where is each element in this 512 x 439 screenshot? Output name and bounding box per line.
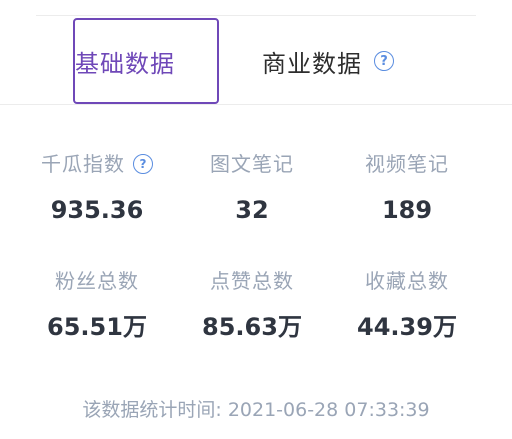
question-mark-icon[interactable]: ? (374, 51, 394, 71)
stat-value: 935.36 (50, 196, 144, 224)
stat-value: 65.51万 (47, 313, 147, 341)
stat-total-followers: 粉丝总数 65.51万 (12, 267, 182, 343)
stat-label: 点赞总数 (167, 267, 337, 295)
stat-label-text: 收藏总数 (365, 269, 449, 293)
stat-total-favorites: 收藏总数 44.39万 (322, 267, 492, 343)
stat-label-text: 视频笔记 (365, 152, 449, 176)
stats-timestamp: 该数据统计时间: 2021-06-28 07:33:39 (82, 399, 430, 421)
tab-business-data-label: 商业数据 (262, 49, 362, 78)
stat-value: 44.39万 (357, 313, 457, 341)
top-divider (36, 15, 476, 16)
stat-label: 视频笔记 (322, 150, 492, 178)
stat-label: 千瓜指数 ? (12, 150, 182, 178)
stat-video-notes: 视频笔记 189 (322, 150, 492, 226)
stat-image-notes: 图文笔记 32 (167, 150, 337, 226)
stat-value: 189 (381, 196, 433, 224)
tab-bar: 基础数据 商业数据 ? (0, 18, 512, 104)
tab-basic-data-label: 基础数据 (75, 49, 175, 78)
stat-label-text: 千瓜指数 (41, 152, 125, 176)
stat-label: 收藏总数 (322, 267, 492, 295)
stat-label: 图文笔记 (167, 150, 337, 178)
stat-label-text: 图文笔记 (210, 152, 294, 176)
stat-qiangua-index: 千瓜指数 ? 935.36 (12, 150, 182, 226)
tab-business-data[interactable]: 商业数据 ? (262, 18, 394, 104)
tab-basic-data[interactable]: 基础数据 (73, 18, 219, 104)
stat-value: 85.63万 (202, 313, 302, 341)
stat-label-text: 点赞总数 (210, 269, 294, 293)
stat-total-likes: 点赞总数 85.63万 (167, 267, 337, 343)
stat-label-text: 粉丝总数 (55, 269, 139, 293)
question-mark-icon[interactable]: ? (133, 154, 153, 174)
stat-label: 粉丝总数 (12, 267, 182, 295)
tabs-divider (0, 104, 512, 105)
stat-value: 32 (235, 196, 269, 224)
